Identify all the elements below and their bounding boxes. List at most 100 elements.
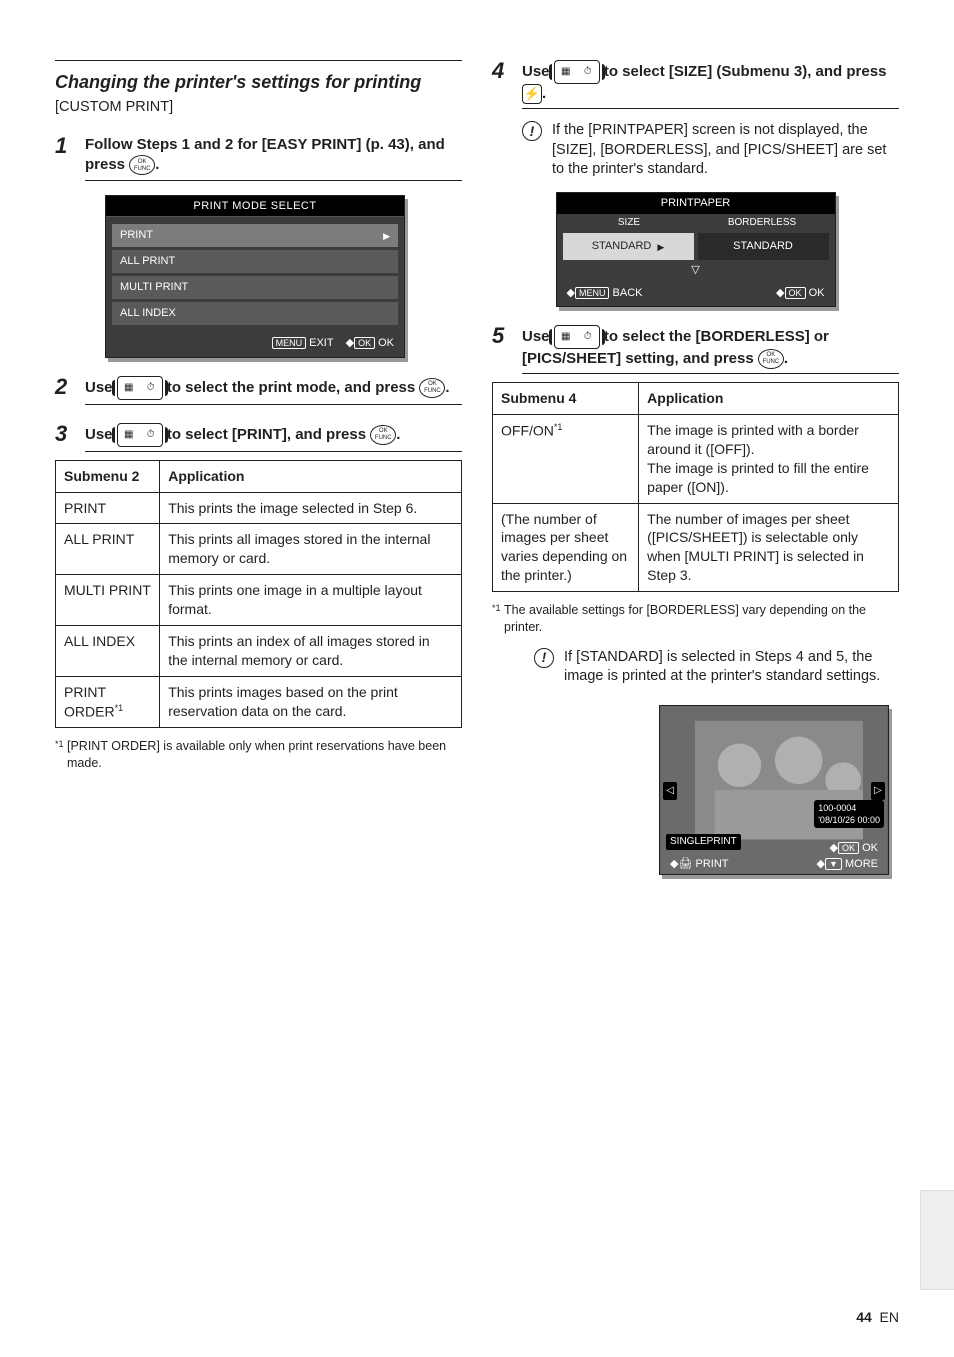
photo-foot-ok: ◆OK OK xyxy=(830,841,878,856)
step-4-text-b: to select [SIZE] (Submenu 3), and press xyxy=(604,63,887,80)
caution-icon: ! xyxy=(534,648,554,668)
paper-ok-label: OK xyxy=(809,287,825,299)
mode-dial-icon: ▦⏱ xyxy=(117,423,163,447)
table-key: PRINT xyxy=(56,492,160,524)
table-row: OFF/ON*1 The image is printed with a bor… xyxy=(493,414,899,503)
step-4: 4 Use ▦⏱ to select [SIZE] (Submenu 3), a… xyxy=(492,60,899,104)
mode-dial-icon: ▦⏱ xyxy=(554,325,600,349)
printpaper-hdr-size: SIZE xyxy=(563,216,696,230)
footnote-sup: *1 xyxy=(55,738,64,750)
table-key: MULTI PRINT xyxy=(56,575,160,626)
table-row: MULTI PRINTThis prints one image in a mu… xyxy=(56,575,462,626)
table-key: ALL INDEX xyxy=(56,625,160,676)
heading-sub: [CUSTOM PRINT] xyxy=(55,98,462,118)
ok-func-icon: OKFUNC xyxy=(129,155,155,175)
photo-preview: ◁ ▷ 100-0004 '08/10/26 00:00 SINGLEPRINT… xyxy=(659,705,889,875)
step-1: 1 Follow Steps 1 and 2 for [EASY PRINT] … xyxy=(55,135,462,176)
menu-ok-tag: OK xyxy=(354,337,375,349)
heading-custom-print: Changing the printer's settings for prin… xyxy=(55,71,462,94)
step-5: 5 Use ▦⏱ to select the [BORDERLESS] or [… xyxy=(492,325,899,369)
menu-exit-tag: MENU xyxy=(272,337,307,349)
menu-footer: MENUEXIT ◆OKOK xyxy=(106,334,404,357)
printpaper-ok: ◆OK OK xyxy=(776,286,824,301)
photo-print: ◆🖨 PRINT xyxy=(670,857,728,872)
table2-key-pics: (The number of images per sheet varies d… xyxy=(493,503,639,592)
print-mode-table: Submenu 2 Application PRINTThis prints t… xyxy=(55,460,462,729)
step-3-text-c: . xyxy=(396,426,400,443)
ok-func-icon: OKFUNC xyxy=(370,425,396,445)
photo-date: '08/10/26 00:00 xyxy=(818,814,880,826)
table2-val-offon: The image is printed with a border aroun… xyxy=(639,414,899,503)
step-3-num: 3 xyxy=(55,423,75,445)
table-row: PRINT ORDER*1This prints images based on… xyxy=(56,676,462,727)
note2-text: If [STANDARD] is selected in Steps 4 and… xyxy=(564,648,899,687)
step-3: 3 Use ▦⏱ to select [PRINT], and press OK… xyxy=(55,423,462,447)
step-4-text-c: . xyxy=(542,85,546,102)
photo-index: 100-0004 xyxy=(818,802,880,814)
footnote2-text: The available settings for [BORDERLESS] … xyxy=(504,603,866,634)
step-2: 2 Use ▦⏱ to select the print mode, and p… xyxy=(55,376,462,400)
table-val: This prints images based on the print re… xyxy=(160,676,462,727)
photo-print-label: PRINT xyxy=(695,858,728,870)
table-key: PRINT ORDER*1 xyxy=(56,676,160,727)
table2-hdr-submenu: Submenu 4 xyxy=(493,383,639,415)
table-hdr-submenu: Submenu 2 xyxy=(56,460,160,492)
printpaper-title: PRINTPAPER xyxy=(557,193,835,214)
menu-item-allprint: ALL PRINT xyxy=(112,250,398,273)
note-standard: ! If [STANDARD] is selected in Steps 4 a… xyxy=(534,648,899,687)
note-text: If the [PRINTPAPER] screen is not displa… xyxy=(552,121,899,180)
step-4-num: 4 xyxy=(492,60,512,82)
step-2-num: 2 xyxy=(55,376,75,398)
table-row: ALL PRINTThis prints all images stored i… xyxy=(56,524,462,575)
photo-meta: 100-0004 '08/10/26 00:00 xyxy=(814,800,884,828)
step-1-text-b: . xyxy=(155,156,159,173)
printpaper-hdr-borderless: BORDERLESS xyxy=(696,216,829,230)
print-mode-menu: PRINT MODE SELECT PRINT ALL PRINT MULTI … xyxy=(105,195,405,358)
footnote2-sup: *1 xyxy=(492,602,501,614)
step-3-text-b: to select [PRINT], and press xyxy=(167,426,370,443)
print-mode-title: PRINT MODE SELECT xyxy=(106,196,404,218)
paper-back-label: BACK xyxy=(613,287,643,299)
page-number: 44 EN xyxy=(856,1308,899,1327)
menu-ok-label: OK xyxy=(378,337,394,349)
photo-more: ◆▼ MORE xyxy=(817,857,878,872)
menu-exit-label: EXIT xyxy=(309,337,333,349)
printpaper-size-value: STANDARD▶ xyxy=(563,233,694,260)
step-5-num: 5 xyxy=(492,325,512,347)
single-print-label: SINGLEPRINT xyxy=(666,834,741,850)
table-val: This prints an index of all images store… xyxy=(160,625,462,676)
mode-dial-icon: ▦⏱ xyxy=(117,376,163,400)
table2-key-offon: OFF/ON*1 xyxy=(493,414,639,503)
ok-func-icon: OKFUNC xyxy=(758,349,784,369)
table2-val-pics: The number of images per sheet ([PICS/SH… xyxy=(639,503,899,592)
step-2-text-c: . xyxy=(445,379,449,396)
printpaper-arrow-down-icon: ▽ xyxy=(557,262,835,281)
side-tab xyxy=(920,1190,954,1290)
footnote-print-order: *1 [PRINT ORDER] is available only when … xyxy=(55,738,462,772)
table-key: ALL PRINT xyxy=(56,524,160,575)
step-2-text-b: to select the print mode, and press xyxy=(167,379,420,396)
menu-item-print: PRINT xyxy=(112,224,398,247)
nav-left-icon: ◁ xyxy=(663,782,677,800)
mode-dial-icon: ▦⏱ xyxy=(554,60,600,84)
photo-more-label: MORE xyxy=(845,858,878,870)
menu-item-multiprint: MULTI PRINT xyxy=(112,276,398,299)
table-row: PRINTThis prints the image selected in S… xyxy=(56,492,462,524)
footnote-text: [PRINT ORDER] is available only when pri… xyxy=(67,739,446,770)
photo-ok-label: OK xyxy=(862,842,878,854)
caution-icon: ! xyxy=(522,121,542,141)
table-hdr-application: Application xyxy=(160,460,462,492)
footnote-borderless: *1 The available settings for [BORDERLES… xyxy=(492,602,899,636)
table-row: (The number of images per sheet varies d… xyxy=(493,503,899,592)
menu-item-allindex: ALL INDEX xyxy=(112,302,398,325)
printpaper-screen: PRINTPAPER SIZEBORDERLESS STANDARD▶ STAN… xyxy=(556,192,836,307)
step-1-num: 1 xyxy=(55,135,75,157)
table-val: This prints all images stored in the int… xyxy=(160,524,462,575)
step-5-text-c: . xyxy=(784,350,788,367)
nav-right-icon: ▷ xyxy=(871,782,885,800)
borderless-table: Submenu 4 Application OFF/ON*1 The image… xyxy=(492,382,899,592)
table-row: ALL INDEXThis prints an index of all ima… xyxy=(56,625,462,676)
table-val: This prints one image in a multiple layo… xyxy=(160,575,462,626)
table-val: This prints the image selected in Step 6… xyxy=(160,492,462,524)
printpaper-borderless-value: STANDARD xyxy=(698,233,829,260)
